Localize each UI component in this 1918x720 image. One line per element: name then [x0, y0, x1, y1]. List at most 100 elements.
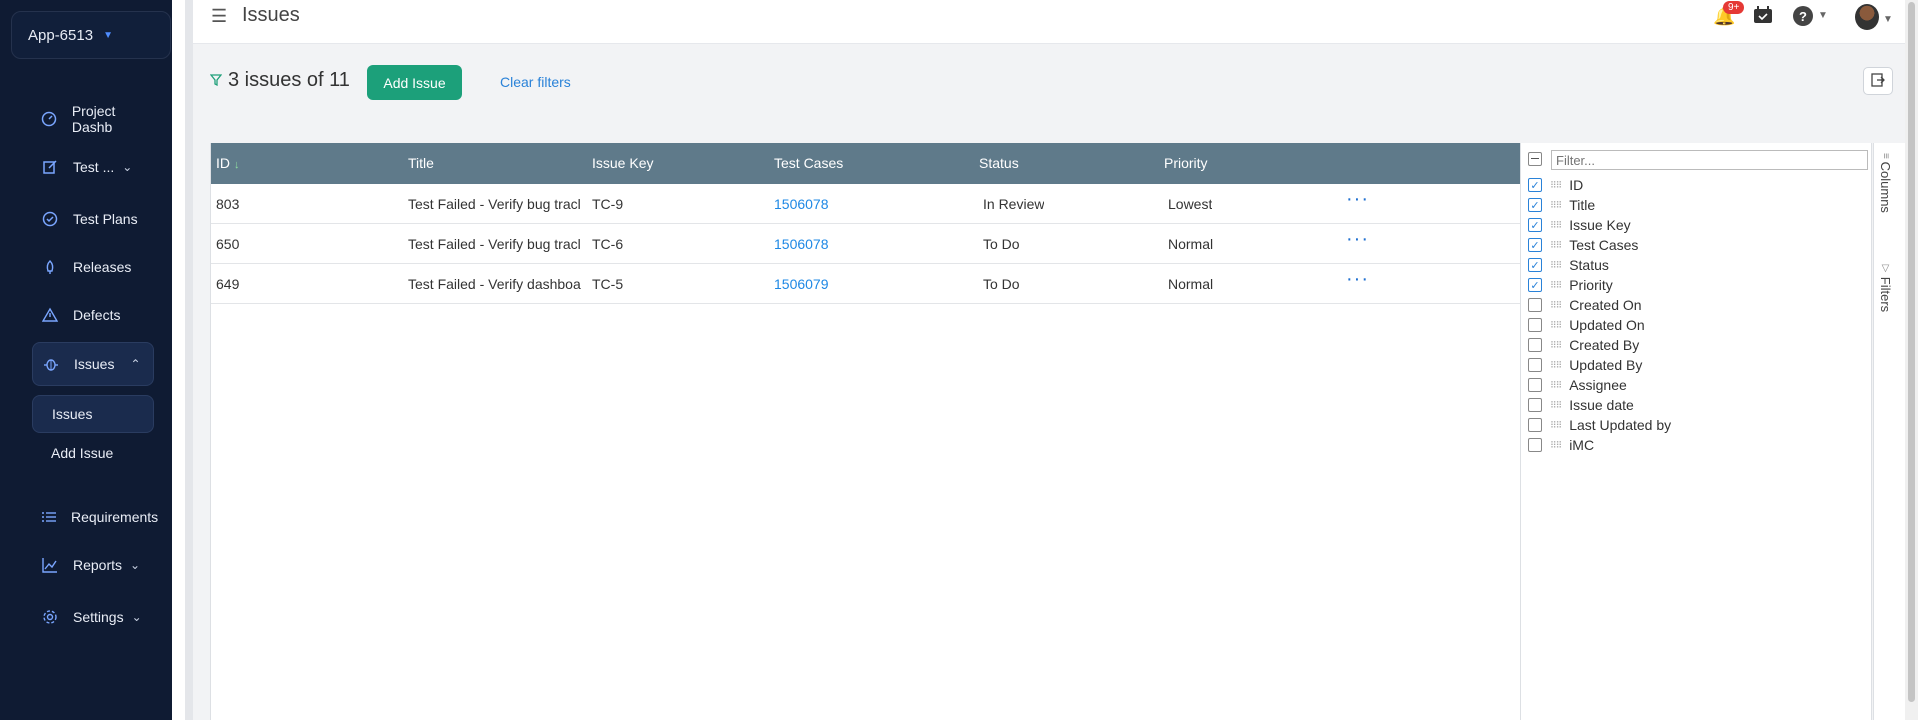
- sidebar-item-project-dashboard[interactable]: Project Dashb: [32, 98, 154, 140]
- menu-collapse-icon[interactable]: ☰: [211, 6, 227, 27]
- sidebar-edge: [172, 0, 185, 720]
- filter-icon: ▽: [1880, 263, 1891, 277]
- table-row[interactable]: 650 Test Failed - Verify bug tracl TC-6 …: [211, 224, 1521, 264]
- table-row[interactable]: 803 Test Failed - Verify bug tracl TC-9 …: [211, 184, 1521, 224]
- rocket-icon: [41, 258, 59, 276]
- drag-handle-icon[interactable]: ⠿⠿: [1550, 300, 1562, 311]
- table-row[interactable]: 649 Test Failed - Verify dashboa TC-5 15…: [211, 264, 1521, 304]
- sidebar-item-reports[interactable]: Reports ⌄: [32, 544, 154, 586]
- subnav-item-issues[interactable]: Issues: [32, 395, 154, 433]
- column-header-id[interactable]: ID ↓: [216, 155, 240, 171]
- column-checkbox[interactable]: ✓: [1528, 238, 1542, 252]
- column-toggle-item[interactable]: ✓ ⠿⠿ Priority: [1528, 275, 1613, 295]
- row-actions-icon[interactable]: ···: [1346, 268, 1369, 291]
- drag-handle-icon[interactable]: ⠿⠿: [1550, 240, 1562, 251]
- column-checkbox[interactable]: ✓: [1528, 178, 1542, 192]
- column-toggle-item[interactable]: ⠿⠿ Updated By: [1528, 355, 1642, 375]
- cell-test-case-link[interactable]: 1506079: [774, 276, 829, 292]
- app-switcher[interactable]: App-6513 ▼: [11, 11, 171, 59]
- drag-handle-icon[interactable]: ⠿⠿: [1550, 200, 1562, 211]
- column-checkbox[interactable]: [1528, 418, 1542, 432]
- help-icon[interactable]: ?: [1793, 6, 1813, 26]
- sidebar-item-label: Project Dashb: [71, 103, 116, 135]
- subnav-item-add-issue[interactable]: Add Issue: [32, 434, 154, 472]
- cell-id: 649: [216, 276, 240, 292]
- column-header-test-cases[interactable]: Test Cases: [774, 155, 843, 171]
- drag-handle-icon[interactable]: ⠿⠿: [1550, 220, 1562, 231]
- column-checkbox[interactable]: [1528, 438, 1542, 452]
- drag-handle-icon[interactable]: ⠿⠿: [1550, 260, 1562, 271]
- drag-handle-icon[interactable]: ⠿⠿: [1550, 340, 1562, 351]
- sidebar-item-label: Requirements: [71, 509, 159, 525]
- row-actions-icon[interactable]: ···: [1346, 188, 1369, 211]
- select-all-checkbox[interactable]: [1528, 152, 1542, 166]
- column-toggle-label: Test Cases: [1569, 237, 1639, 253]
- sidebar-item-test[interactable]: Test ... ⌄: [32, 146, 154, 188]
- column-toggle-item[interactable]: ✓ ⠿⠿ Title: [1528, 195, 1595, 215]
- sidebar-item-settings[interactable]: Settings ⌄: [32, 596, 154, 638]
- column-toggle-item[interactable]: ⠿⠿ iMC: [1528, 435, 1594, 455]
- column-toggle-item[interactable]: ⠿⠿ Assignee: [1528, 375, 1627, 395]
- drag-handle-icon[interactable]: ⠿⠿: [1550, 420, 1562, 431]
- sidebar-item-label: Releases: [73, 259, 132, 275]
- cell-priority: Lowest: [1168, 196, 1213, 212]
- column-checkbox[interactable]: [1528, 318, 1542, 332]
- column-checkbox[interactable]: [1528, 398, 1542, 412]
- tab-columns[interactable]: ≡ Columns: [1878, 153, 1893, 213]
- check-circle-icon: [41, 210, 59, 228]
- column-checkbox[interactable]: ✓: [1528, 218, 1542, 232]
- list-icon: [41, 508, 57, 526]
- column-toggle-item[interactable]: ⠿⠿ Created By: [1528, 335, 1639, 355]
- column-header-priority[interactable]: Priority: [1164, 155, 1208, 171]
- column-header-status[interactable]: Status: [979, 155, 1019, 171]
- cell-status: To Do: [983, 236, 1020, 252]
- column-toggle-item[interactable]: ✓ ⠿⠿ Test Cases: [1528, 235, 1638, 255]
- column-checkbox[interactable]: [1528, 378, 1542, 392]
- column-checkbox[interactable]: [1528, 338, 1542, 352]
- chart-icon: [41, 556, 59, 574]
- column-toggle-label: Title: [1569, 197, 1596, 213]
- column-toggle-item[interactable]: ✓ ⠿⠿ Issue Key: [1528, 215, 1631, 235]
- column-filter-input[interactable]: [1551, 150, 1868, 170]
- drag-handle-icon[interactable]: ⠿⠿: [1550, 320, 1562, 331]
- cell-status: In Review: [983, 196, 1045, 212]
- sidebar-item-releases[interactable]: Releases: [32, 246, 154, 288]
- chevron-down-icon: ⌄: [130, 558, 141, 572]
- drag-handle-icon[interactable]: ⠿⠿: [1550, 280, 1562, 291]
- column-checkbox[interactable]: ✓: [1528, 198, 1542, 212]
- column-toggle-item[interactable]: ✓ ⠿⠿ ID: [1528, 175, 1583, 195]
- column-checkbox[interactable]: [1528, 298, 1542, 312]
- cell-test-case-link[interactable]: 1506078: [774, 196, 829, 212]
- column-header-issue-key[interactable]: Issue Key: [592, 155, 653, 171]
- calendar-check-icon[interactable]: [1753, 6, 1773, 29]
- sidebar-item-test-plans[interactable]: Test Plans: [32, 198, 154, 240]
- column-header-title[interactable]: Title: [408, 155, 434, 171]
- avatar[interactable]: [1855, 4, 1879, 30]
- clear-filters-link[interactable]: Clear filters: [500, 74, 571, 90]
- tab-filters[interactable]: ▽ Filters: [1878, 263, 1893, 312]
- sidebar-item-requirements[interactable]: Requirements: [32, 496, 158, 538]
- column-checkbox[interactable]: [1528, 358, 1542, 372]
- column-toggle-item[interactable]: ⠿⠿ Updated On: [1528, 315, 1645, 335]
- column-checkbox[interactable]: ✓: [1528, 258, 1542, 272]
- sidebar-item-defects[interactable]: Defects: [32, 294, 154, 336]
- scrollbar-thumb[interactable]: [1908, 2, 1915, 702]
- column-toggle-item[interactable]: ⠿⠿ Issue date: [1528, 395, 1634, 415]
- row-actions-icon[interactable]: ···: [1346, 228, 1369, 251]
- drag-handle-icon[interactable]: ⠿⠿: [1550, 400, 1562, 411]
- page-scrollbar[interactable]: [1905, 0, 1918, 720]
- column-checkbox[interactable]: ✓: [1528, 278, 1542, 292]
- column-header-label: ID: [216, 155, 230, 171]
- add-issue-button[interactable]: Add Issue: [367, 65, 462, 100]
- drag-handle-icon[interactable]: ⠿⠿: [1550, 180, 1562, 191]
- export-button[interactable]: [1863, 67, 1893, 95]
- drag-handle-icon[interactable]: ⠿⠿: [1550, 440, 1562, 451]
- column-toggle-item[interactable]: ⠿⠿ Last Updated by: [1528, 415, 1671, 435]
- drag-handle-icon[interactable]: ⠿⠿: [1550, 380, 1562, 391]
- cell-issue-key: TC-5: [592, 276, 624, 292]
- column-toggle-item[interactable]: ✓ ⠿⠿ Status: [1528, 255, 1609, 275]
- cell-test-case-link[interactable]: 1506078: [774, 236, 829, 252]
- drag-handle-icon[interactable]: ⠿⠿: [1550, 360, 1562, 371]
- column-toggle-item[interactable]: ⠿⠿ Created On: [1528, 295, 1642, 315]
- sidebar-item-issues[interactable]: Issues ⌃: [32, 342, 154, 386]
